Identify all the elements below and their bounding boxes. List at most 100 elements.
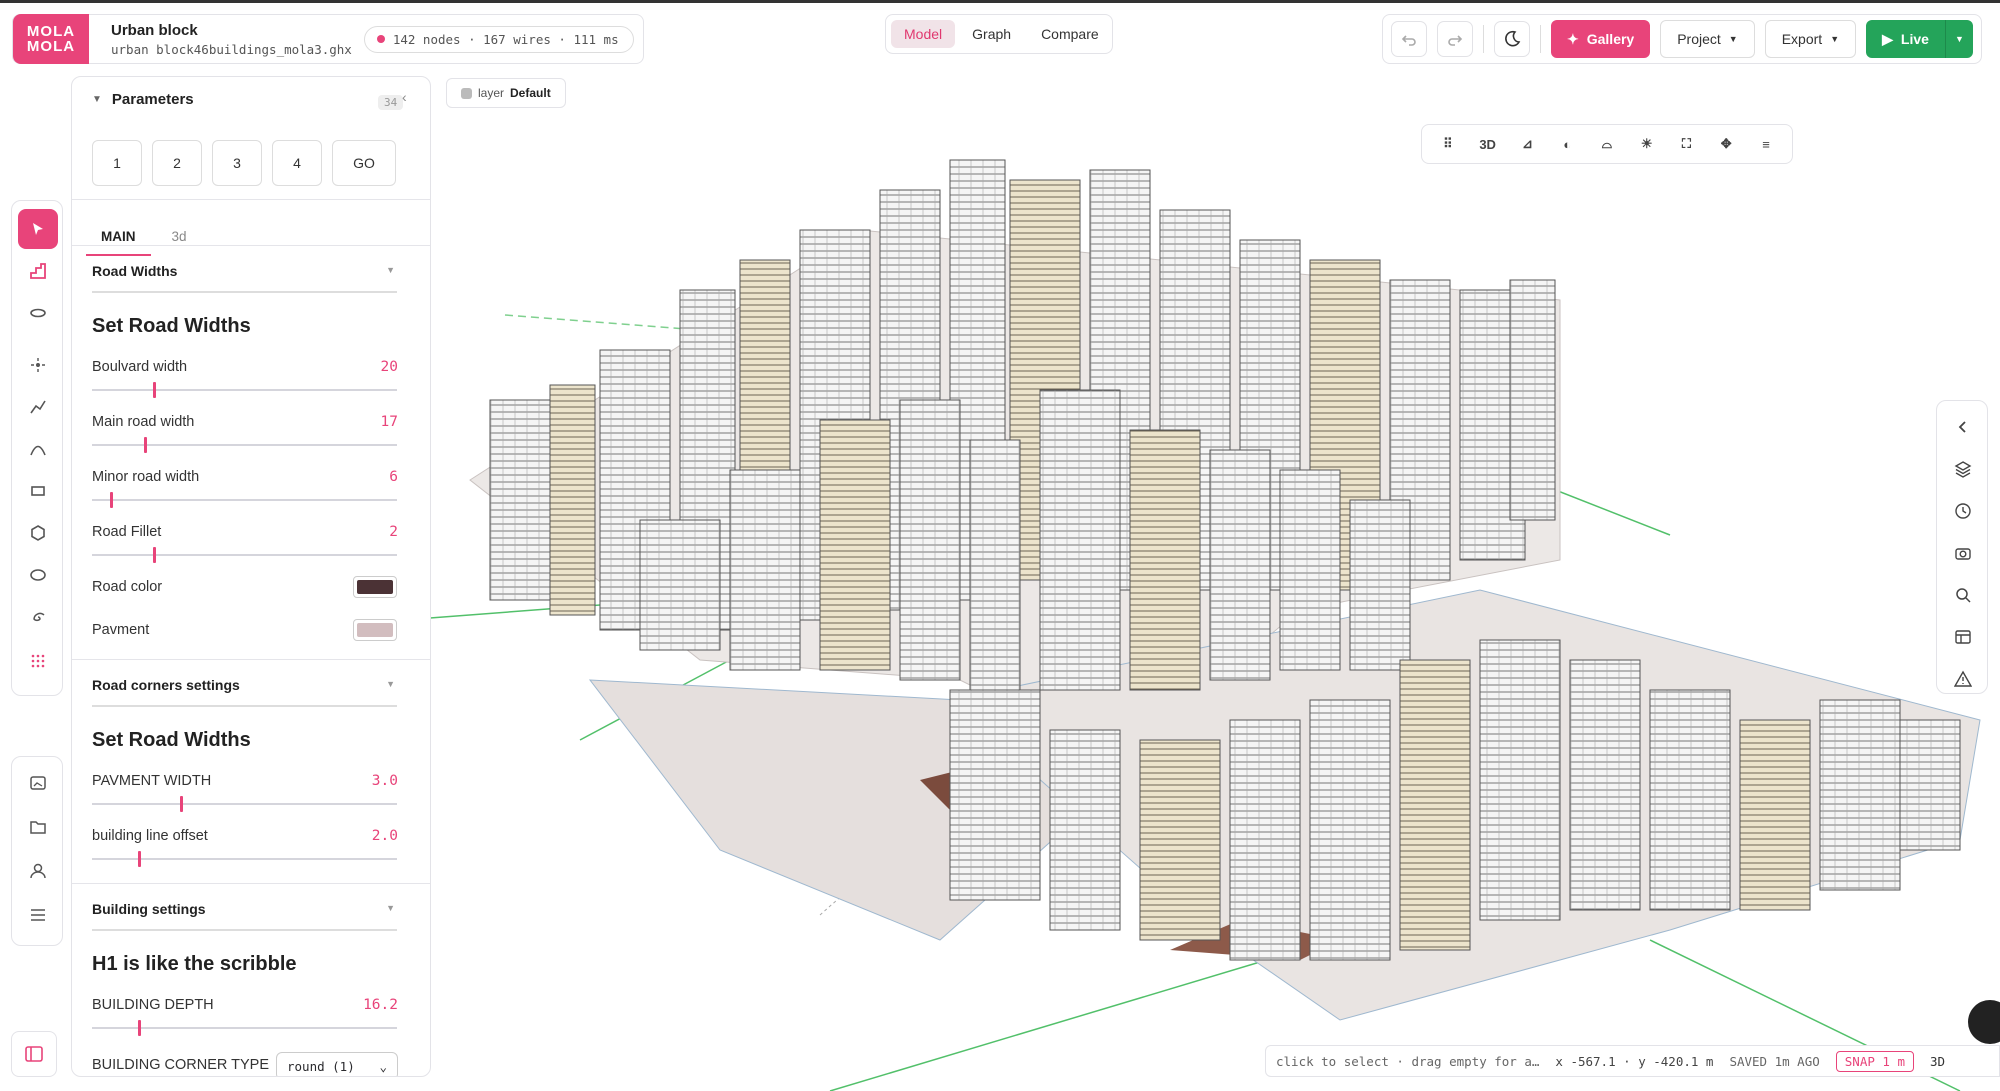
chevron-down-icon: ▼ — [1728, 34, 1738, 44]
menu-button[interactable] — [18, 895, 58, 935]
minor-road-width-slider[interactable] — [92, 492, 397, 508]
building-depth-slider[interactable] — [92, 1020, 397, 1036]
spiral-tool[interactable] — [18, 597, 58, 637]
section-title: Road Widths — [92, 263, 178, 279]
preset-3-button[interactable]: 3 — [212, 140, 262, 186]
chevron-down-icon: ⌄ — [379, 1058, 387, 1074]
preset-2-button[interactable]: 2 — [152, 140, 202, 186]
table-button[interactable] — [1949, 623, 1977, 651]
view-mode-3d-button[interactable]: 3D — [1473, 129, 1503, 159]
color-label: Road color — [92, 579, 163, 595]
preset-go-button[interactable]: GO — [332, 140, 396, 186]
history-button[interactable] — [1949, 497, 1977, 525]
stairs-tool[interactable] — [18, 251, 58, 291]
section-heading: Set Road Widths — [92, 729, 251, 751]
parameters-header[interactable]: ▼ Parameters — [92, 91, 194, 108]
slider-thumb[interactable] — [143, 437, 147, 453]
section-title: Road corners settings — [92, 677, 240, 693]
table-icon — [1955, 630, 1971, 644]
logo-line-2: MOLA — [26, 38, 76, 55]
building-corner-type-select[interactable]: round (1) ⌄ — [276, 1052, 398, 1076]
theme-toggle-button[interactable] — [1494, 21, 1530, 57]
parameter-count-badge: 34 — [378, 95, 404, 110]
warnings-button[interactable] — [1949, 665, 1977, 693]
files-button[interactable] — [18, 807, 58, 847]
tab-model[interactable]: Model — [891, 20, 956, 48]
pavment-color-swatch[interactable] — [353, 619, 397, 641]
mola-logo[interactable]: MOLA MOLA — [13, 14, 89, 64]
tab-graph[interactable]: Graph — [959, 20, 1024, 48]
collapse-right-button[interactable] — [1949, 413, 1977, 441]
point-icon — [31, 358, 45, 372]
section-road-corners[interactable]: Road corners settings ▼ — [92, 677, 397, 707]
slider-thumb[interactable] — [137, 1020, 141, 1036]
settings-sliders-icon[interactable]: ≡ — [1751, 129, 1781, 159]
orbit-tool[interactable] — [18, 293, 58, 333]
curve-tool[interactable] — [18, 429, 58, 469]
pavment-width-slider[interactable] — [92, 796, 397, 812]
preset-1-button[interactable]: 1 — [92, 140, 142, 186]
ellipse-tool[interactable] — [18, 555, 58, 595]
snap-toggle[interactable]: SNAP 1 m — [1835, 1050, 1914, 1072]
slider-value: 2.0 — [371, 828, 398, 844]
section-road-widths[interactable]: Road Widths ▼ — [92, 263, 397, 293]
export-menu-button[interactable]: Export ▼ — [1764, 20, 1857, 58]
drag-handle-icon[interactable]: ⠿ — [1433, 129, 1463, 159]
project-menu-button[interactable]: Project ▼ — [1660, 20, 1755, 58]
curve-icon — [30, 445, 46, 456]
slider-thumb[interactable] — [137, 851, 141, 867]
pan-move-icon[interactable]: ✥ — [1711, 129, 1741, 159]
rectangle-tool[interactable] — [18, 471, 58, 511]
export-label: Export — [1781, 31, 1823, 47]
section-heading: Set Road Widths — [92, 315, 251, 337]
tab-3d[interactable]: 3d — [157, 219, 202, 256]
color-fill — [357, 580, 393, 594]
road-fillet-slider[interactable] — [92, 547, 397, 563]
layers-button[interactable] — [1949, 455, 1977, 483]
parameters-title: Parameters — [111, 91, 194, 108]
slider-thumb[interactable] — [153, 382, 156, 398]
chevron-down-icon: ▼ — [1830, 34, 1840, 44]
tab-compare[interactable]: Compare — [1028, 20, 1112, 48]
project-label: Project — [1677, 31, 1721, 47]
slider-thumb[interactable] — [153, 547, 156, 563]
live-label: Live — [1900, 31, 1929, 47]
slider-thumb[interactable] — [180, 796, 184, 812]
shadow-icon[interactable]: ⌓ — [1592, 129, 1622, 159]
road-color-swatch[interactable] — [353, 576, 397, 598]
perspective-toggle-icon[interactable]: ⊿ — [1512, 129, 1542, 159]
grid-dots-tool[interactable] — [18, 641, 58, 681]
image-panel-button[interactable] — [18, 763, 58, 803]
toggle-sidebar-button[interactable] — [11, 1031, 57, 1077]
project-filename: urban block46buildings_mola3.ghx — [111, 41, 352, 57]
main-road-width-slider[interactable] — [92, 437, 397, 453]
slider-value: 17 — [380, 414, 398, 430]
account-button[interactable] — [18, 851, 58, 891]
layer-selector[interactable]: layer Default — [446, 78, 566, 108]
point-tool[interactable] — [18, 345, 58, 385]
search-button[interactable] — [1949, 581, 1977, 609]
boulvard-width-slider[interactable] — [92, 382, 397, 398]
section-building-settings[interactable]: Building settings ▼ — [92, 901, 397, 931]
contrast-icon[interactable]: ◐ — [1552, 129, 1582, 159]
undo-button[interactable] — [1391, 21, 1427, 57]
gallery-button[interactable]: ✦ Gallery — [1551, 20, 1651, 58]
fit-view-icon[interactable]: ⛶ — [1671, 129, 1701, 159]
sun-icon[interactable]: ☀ — [1632, 129, 1662, 159]
redo-button[interactable] — [1437, 21, 1473, 57]
building-line-offset-slider[interactable] — [92, 851, 397, 867]
live-options-button[interactable]: ▼ — [1944, 20, 1973, 58]
select-tool[interactable] — [18, 209, 58, 249]
live-button[interactable]: ▶ Live — [1866, 20, 1945, 58]
preset-4-button[interactable]: 4 — [272, 140, 322, 186]
hexagon-icon — [31, 525, 45, 541]
screenshot-button[interactable] — [1949, 539, 1977, 567]
collapse-panel-icon[interactable]: ‹ — [402, 89, 407, 105]
slider-thumb[interactable] — [110, 492, 114, 508]
view-mode-indicator[interactable]: 3D — [1930, 1054, 1945, 1069]
tab-main[interactable]: MAIN — [86, 219, 151, 256]
polyline-tool[interactable] — [18, 387, 58, 427]
gallery-label: Gallery — [1586, 31, 1635, 47]
right-rail — [1936, 400, 1988, 694]
polygon-tool[interactable] — [18, 513, 58, 553]
